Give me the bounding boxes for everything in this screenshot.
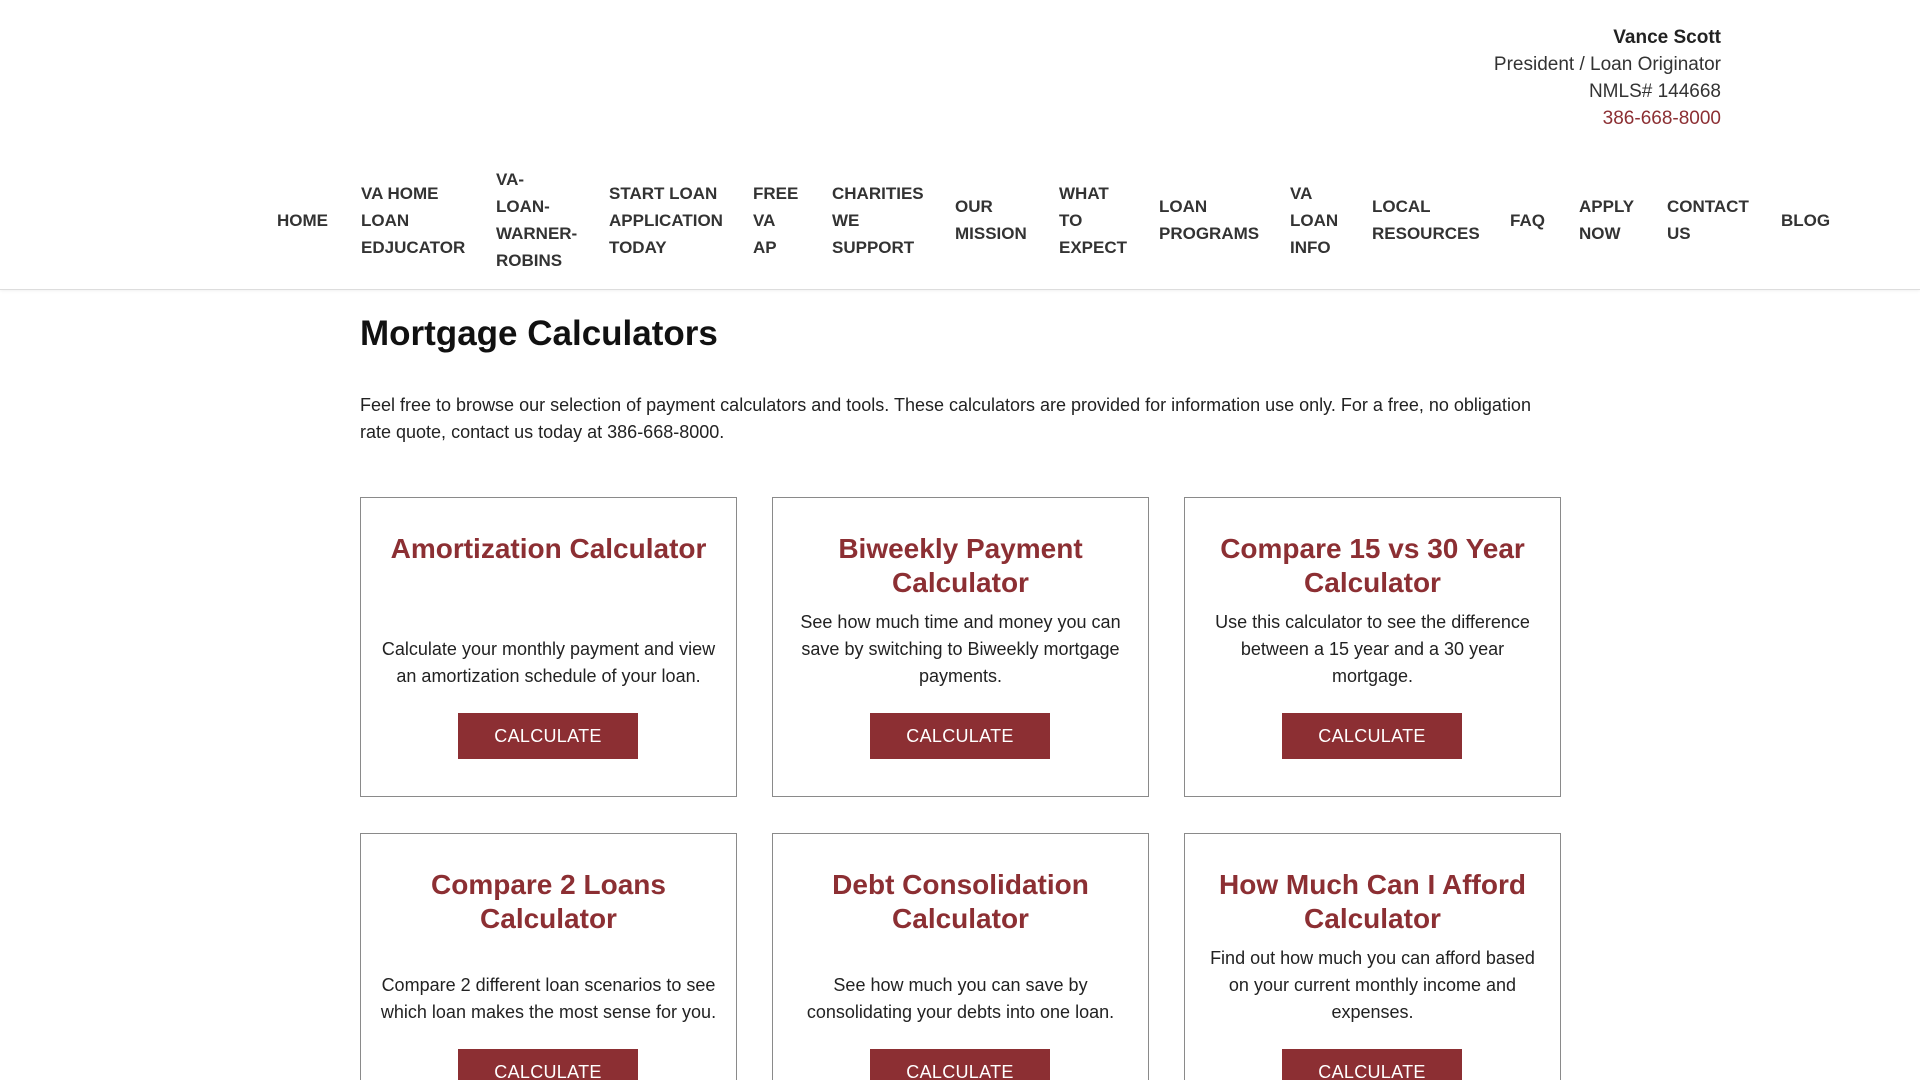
card-desc: Find out how much you can afford based o…	[1210, 948, 1535, 1022]
nav-item-charities-we-support[interactable]: CHARITIES WE SUPPORT	[832, 150, 924, 290]
card-desc: Compare 2 different loan scenarios to se…	[380, 975, 717, 1022]
nav-item-va-loan-info[interactable]: VA LOAN INFO	[1290, 150, 1338, 290]
card-desc: Calculate your monthly payment and view …	[381, 639, 716, 686]
calculate-button[interactable]: CALCULATE	[1282, 1049, 1462, 1080]
card-title: Debt Consolidation Calculator	[832, 869, 1089, 934]
calculate-button[interactable]: CALCULATE	[870, 713, 1050, 759]
contact-name: Vance Scott	[1613, 27, 1721, 48]
calculate-button[interactable]: CALCULATE	[1282, 713, 1462, 759]
calculator-card-biweekly: Biweekly Payment Calculator See how much…	[772, 497, 1149, 797]
intro-text: Feel free to browse our selection of pay…	[360, 395, 1531, 442]
nav-item-loan-programs[interactable]: LOAN PROGRAMS	[1159, 150, 1259, 290]
nav-item-what-to-expect[interactable]: WHAT TO EXPECT	[1059, 150, 1127, 290]
calculator-card-affordability: How Much Can I Afford Calculator Find ou…	[1184, 833, 1561, 1080]
calculate-button[interactable]: CALCULATE	[870, 1049, 1050, 1080]
nav-item-apply-now[interactable]: APPLY NOW	[1579, 150, 1634, 290]
card-desc: See how much time and money you can save…	[800, 612, 1121, 686]
calculate-button[interactable]: CALCULATE	[458, 713, 638, 759]
card-desc: See how much you can save by consolidati…	[806, 975, 1115, 1022]
page-title: Mortgage Calculators	[360, 314, 718, 353]
nav-item-start-loan-application[interactable]: START LOAN APPLICATION TODAY	[609, 150, 723, 290]
nav-item-contact-us[interactable]: CONTACT US	[1667, 150, 1749, 290]
card-title: Compare 15 vs 30 Year Calculator	[1220, 533, 1525, 598]
contact-phone-link[interactable]: 386-668-8000	[1494, 105, 1721, 132]
nav-item-va-loan-warner-robins[interactable]: VA- LOAN- WARNER- ROBINS	[496, 150, 577, 290]
nav-item-blog[interactable]: BLOG	[1781, 150, 1830, 290]
nav-item-free-va-ap[interactable]: FREE VA AP	[753, 150, 798, 290]
calculate-button[interactable]: CALCULATE	[458, 1049, 638, 1080]
site-header: Vance Scott President / Loan Originator …	[0, 0, 1920, 290]
contact-nmls: NMLS# 144668	[1588, 81, 1721, 102]
card-title: Biweekly Payment Calculator	[838, 533, 1083, 598]
nav-item-home[interactable]: HOME	[277, 150, 328, 290]
nav-item-our-mission[interactable]: OUR MISSION	[955, 150, 1027, 290]
main-content: Mortgage Calculators Feel free to browse…	[360, 290, 1561, 1080]
contact-title: President / Loan Originator	[1493, 54, 1721, 75]
card-title: Amortization Calculator	[390, 533, 707, 564]
nav-item-va-home-loan-edjucator[interactable]: VA HOME LOAN EDJUCATOR	[361, 150, 465, 290]
nav-item-local-resources[interactable]: LOCAL RESOURCES	[1372, 150, 1480, 290]
calculator-card-compare-2-loans: Compare 2 Loans Calculator Compare 2 dif…	[360, 833, 737, 1080]
nav-item-faq[interactable]: FAQ	[1510, 150, 1545, 290]
calculator-card-amortization: Amortization Calculator Calculate your m…	[360, 497, 737, 797]
card-title: Compare 2 Loans Calculator	[431, 869, 666, 934]
calculator-card-compare-15-30: Compare 15 vs 30 Year Calculator Use thi…	[1184, 497, 1561, 797]
card-desc: Use this calculator to see the differenc…	[1215, 612, 1530, 686]
main-nav: HOME VA HOME LOAN EDJUCATOR VA- LOAN- WARNER…	[0, 150, 1920, 290]
calculator-card-debt-consolidation: Debt Consolidation Calculator See how mu…	[772, 833, 1149, 1080]
contact-block: Vance Scott President / Loan Originator …	[1494, 24, 1721, 132]
card-title: How Much Can I Afford Calculator	[1219, 869, 1526, 934]
